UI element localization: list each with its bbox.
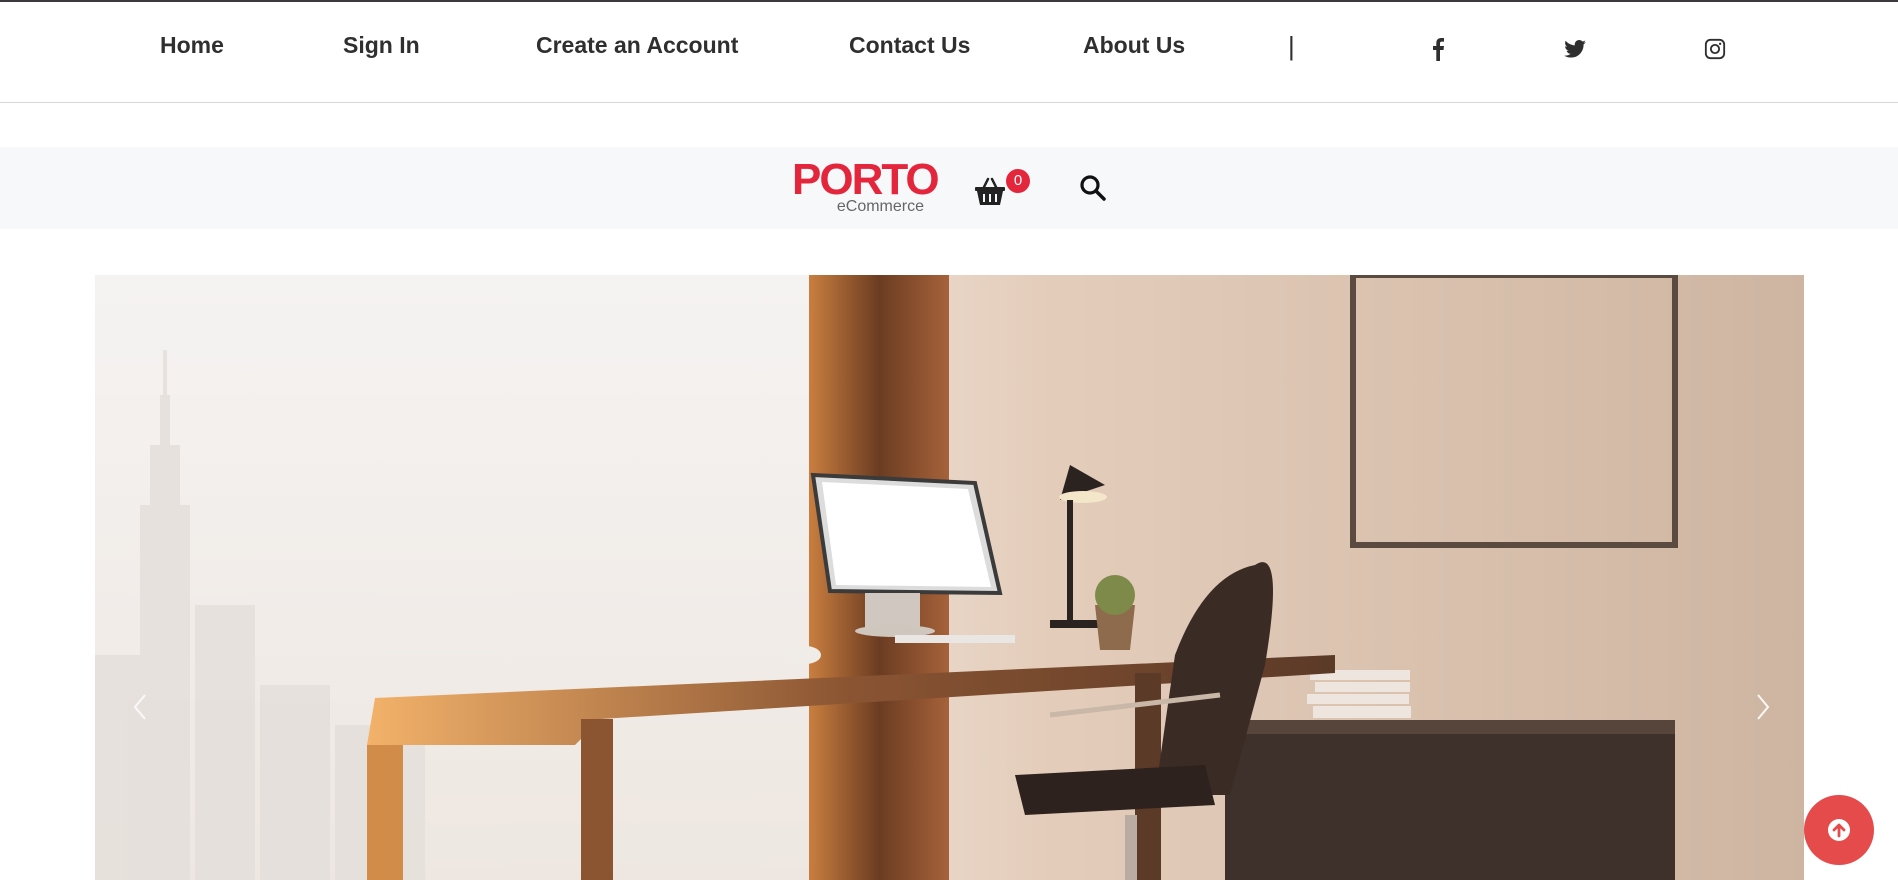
hero-image bbox=[95, 275, 1678, 880]
nav-sign-in[interactable]: Sign In bbox=[343, 32, 420, 59]
nav-create-account[interactable]: Create an Account bbox=[536, 32, 738, 59]
nav-about-us[interactable]: About Us bbox=[1083, 32, 1185, 59]
logo-subtitle: eCommerce bbox=[836, 198, 924, 215]
facebook-icon[interactable] bbox=[1424, 35, 1452, 63]
carousel-prev-button[interactable] bbox=[125, 687, 155, 727]
nav-separator: | bbox=[1288, 31, 1295, 61]
search-icon[interactable] bbox=[1079, 174, 1109, 204]
logo-text: PORTO bbox=[792, 155, 940, 204]
basket-icon bbox=[975, 177, 1005, 205]
cart-button[interactable]: 0 bbox=[974, 169, 1034, 209]
chevron-right-icon bbox=[1757, 694, 1770, 720]
carousel-next-button[interactable] bbox=[1748, 687, 1778, 727]
top-navigation: Home Sign In Create an Account Contact U… bbox=[0, 2, 1898, 103]
arrow-up-circle-icon bbox=[1828, 819, 1850, 841]
instagram-icon[interactable] bbox=[1701, 35, 1729, 63]
chevron-left-icon bbox=[133, 694, 146, 720]
twitter-icon[interactable] bbox=[1561, 35, 1589, 63]
nav-home[interactable]: Home bbox=[160, 32, 224, 59]
back-to-top-button[interactable] bbox=[1804, 795, 1874, 865]
cart-count-badge: 0 bbox=[1006, 169, 1030, 193]
header-bar: PORTO eCommerce 0 bbox=[0, 147, 1898, 229]
nav-contact-us[interactable]: Contact Us bbox=[849, 32, 970, 59]
hero-banner bbox=[95, 275, 1804, 880]
porto-logo[interactable]: PORTO eCommerce bbox=[792, 158, 940, 216]
